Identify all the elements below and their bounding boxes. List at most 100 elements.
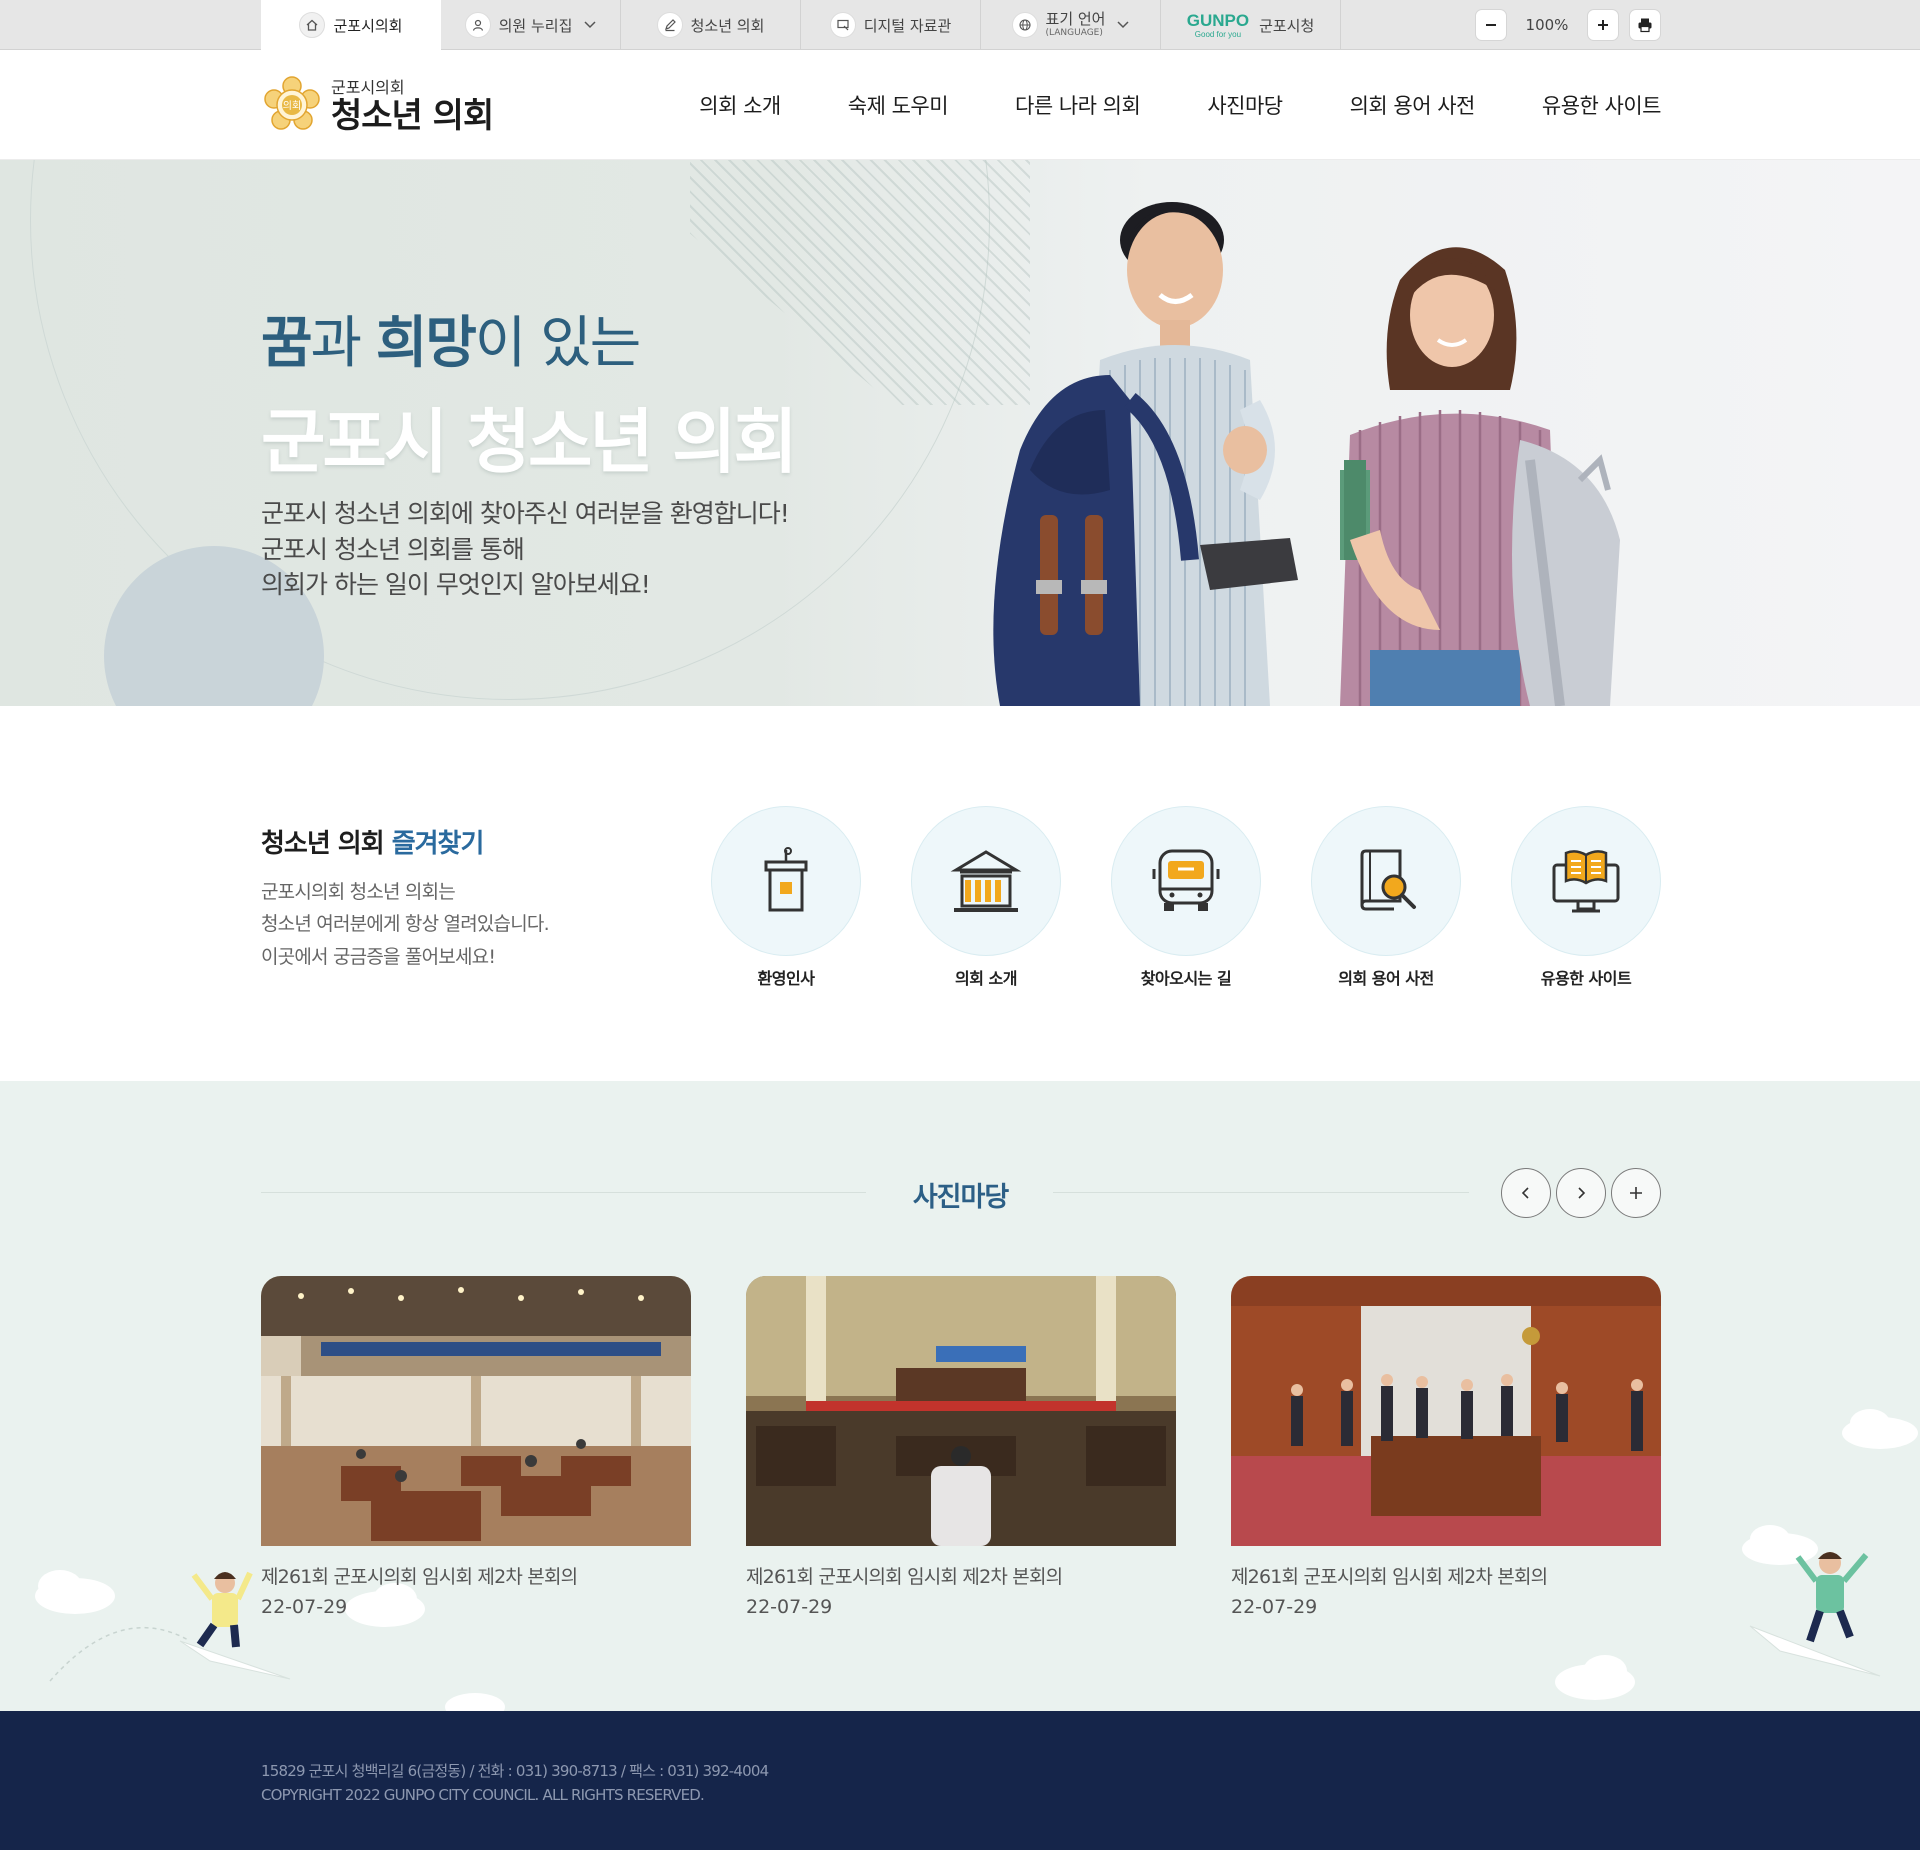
- chevron-right-icon: [1578, 1187, 1586, 1199]
- nav-item-glossary[interactable]: 의회 용어 사전: [1350, 90, 1476, 120]
- zoom-controls: 100%: [1475, 9, 1661, 41]
- quick-title-highlight: 즐겨찾기: [391, 829, 485, 859]
- quick-link-directions[interactable]: 찾아오시는 길: [1111, 806, 1261, 989]
- photo-gallery-section: 사진마당 제261회 군포시의회 임시회 제2차 본회의 22-07-29 제2…: [0, 1081, 1920, 1711]
- podium-icon: [764, 847, 808, 912]
- util-tab-language[interactable]: 표기 언어 (LANGUAGE): [981, 0, 1161, 50]
- quick-link-label: 유용한 사이트: [1540, 969, 1632, 988]
- site-footer: 15829 군포시 청백리길 6(금정동) / 전화 : 031) 390-87…: [0, 1711, 1920, 1850]
- chevron-left-icon: [1521, 1187, 1529, 1199]
- hero-desc-line: 군포시 청소년 의회에 찾아주신 여러분을 환영합니다!: [261, 499, 790, 528]
- site-logo[interactable]: 의회 군포시의회 청소년 의회: [261, 74, 494, 137]
- quick-link-glossary[interactable]: 의회 용어 사전: [1311, 806, 1461, 989]
- quick-link-circle: [1111, 806, 1261, 956]
- gallery-prev-button[interactable]: [1501, 1168, 1551, 1218]
- boy-figure: [993, 202, 1298, 706]
- quick-link-label: 의회 용어 사전: [1338, 969, 1434, 988]
- quick-links-desc: 군포시의회 청소년 의회는 청소년 여러분에게 항상 열려있습니다. 이곳에서 …: [261, 876, 550, 973]
- util-tab-label: 의원 누리집: [498, 16, 573, 35]
- language-label-sub: (LANGUAGE): [1045, 28, 1103, 38]
- language-label-main: 표기 언어: [1045, 10, 1106, 28]
- minus-icon: [1486, 24, 1496, 26]
- util-tab-youth-council[interactable]: 청소년 의회: [621, 0, 801, 50]
- util-tab-label: 군포시의회: [333, 16, 403, 35]
- hero-title: 군포시 청소년 의회: [261, 401, 798, 483]
- gallery-photo: [746, 1276, 1176, 1546]
- footer-address: 15829 군포시 청백리길 6(금정동) / 전화 : 031) 390-87…: [261, 1762, 769, 1780]
- zoom-in-button[interactable]: [1587, 9, 1619, 41]
- gallery-more-button[interactable]: [1611, 1168, 1661, 1218]
- hero-desc-line: 군포시 청소년 의회를 통해: [261, 534, 525, 564]
- nav-item-photo-gallery[interactable]: 사진마당: [1207, 90, 1283, 120]
- building-icon: [950, 850, 1022, 912]
- hero-banner: 꿈과 희망이 있는 군포시 청소년 의회 군포시 청소년 의회에 찾아주신 여러…: [0, 160, 1920, 706]
- gallery-card[interactable]: 제261회 군포시의회 임시회 제2차 본회의 22-07-29: [261, 1276, 691, 1618]
- section-divider: [261, 1192, 866, 1193]
- logo-text: 군포시의회 청소년 의회: [331, 74, 494, 137]
- gallery-title: 사진마당: [912, 1182, 1009, 1213]
- quick-link-circle: [1511, 806, 1661, 956]
- computer-book-icon: [1552, 850, 1620, 913]
- gallery-card-title: 제261회 군포시의회 임시회 제2차 본회의: [746, 1566, 1063, 1588]
- quick-desc-line: 이곳에서 궁금증을 풀어보세요!: [261, 945, 496, 968]
- bus-icon: [1152, 849, 1220, 911]
- gallery-card[interactable]: 제261회 군포시의회 임시회 제2차 본회의 22-07-29: [746, 1276, 1176, 1618]
- printer-icon: [1638, 18, 1652, 33]
- logo-subtitle: 군포시의회: [331, 78, 405, 98]
- nav-item-useful-sites[interactable]: 유용한 사이트: [1542, 90, 1662, 120]
- gallery-card[interactable]: 제261회 군포시의회 임시회 제2차 본회의 22-07-29: [1231, 1276, 1661, 1618]
- util-tab-label: 디지털 자료관: [863, 16, 952, 35]
- chevron-down-icon: [1117, 18, 1130, 32]
- quick-link-circle: [911, 806, 1061, 956]
- nav-item-homework-helper[interactable]: 숙제 도우미: [848, 90, 949, 120]
- util-tab-digital-archive[interactable]: 디지털 자료관: [801, 0, 981, 50]
- quick-links-section: 청소년 의회 즐겨찾기 군포시의회 청소년 의회는 청소년 여러분에게 항상 열…: [0, 706, 1920, 1081]
- section-divider: [1053, 1192, 1469, 1193]
- language-label: 표기 언어 (LANGUAGE): [1046, 12, 1106, 38]
- gallery-card-title: 제261회 군포시의회 임시회 제2차 본회의: [1231, 1566, 1548, 1588]
- quick-link-council-intro[interactable]: 의회 소개: [911, 806, 1061, 989]
- gallery-photo: [1231, 1276, 1661, 1546]
- quick-links-title: 청소년 의회 즐겨찾기: [261, 823, 485, 860]
- chevron-down-icon: [584, 18, 596, 32]
- zoom-out-button[interactable]: [1475, 9, 1507, 41]
- gunpo-logo-text: GUNPO: [1186, 10, 1250, 30]
- gallery-card-date: 22-07-29: [261, 1596, 348, 1618]
- gunpo-logo: GUNPO Good for you: [1187, 12, 1249, 39]
- logo-title: 청소년 의회: [331, 96, 494, 137]
- quick-link-circle: [1311, 806, 1461, 956]
- gallery-photo: [261, 1276, 691, 1546]
- quick-desc-line: 군포시의회 청소년 의회는: [261, 881, 456, 903]
- monitor-icon: [829, 12, 856, 38]
- gallery-next-button[interactable]: [1556, 1168, 1606, 1218]
- main-nav: 의회 소개 숙제 도우미 다른 나라 의회 사진마당 의회 용어 사전 유용한 …: [699, 90, 1661, 120]
- quick-link-circle: [711, 806, 861, 956]
- util-tab-label: 청소년 의회: [690, 16, 765, 35]
- emblem-text: 의회: [283, 100, 301, 112]
- user-icon: [464, 12, 491, 38]
- council-emblem-icon: 의회: [261, 74, 323, 136]
- hero-students-image: [993, 202, 1620, 706]
- quick-link-label: 찾아오시는 길: [1140, 969, 1232, 988]
- hero-kicker-rest: 이 있는: [474, 311, 641, 376]
- home-icon: [299, 12, 326, 38]
- hero-kicker-hope: 희망: [375, 311, 477, 376]
- book-search-icon: [1360, 849, 1416, 911]
- hero-kicker-and: 과: [310, 311, 376, 376]
- plus-icon: [1630, 1187, 1642, 1199]
- quick-title-prefix: 청소년 의회: [261, 829, 392, 859]
- gallery-card-title: 제261회 군포시의회 임시회 제2차 본회의: [261, 1566, 578, 1588]
- nav-item-other-countries[interactable]: 다른 나라 의회: [1015, 90, 1141, 120]
- print-button[interactable]: [1629, 9, 1661, 41]
- pencil-icon: [656, 12, 683, 38]
- globe-icon: [1011, 12, 1038, 38]
- hero-description: 군포시 청소년 의회에 찾아주신 여러분을 환영합니다! 군포시 청소년 의회를…: [261, 496, 790, 603]
- util-tab-city-hall[interactable]: GUNPO Good for you 군포시청: [1161, 0, 1341, 50]
- util-tab-council[interactable]: 군포시의회: [261, 0, 441, 50]
- quick-link-welcome[interactable]: 환영인사: [711, 806, 861, 989]
- quick-link-useful-sites[interactable]: 유용한 사이트: [1511, 806, 1661, 989]
- nav-item-council-intro[interactable]: 의회 소개: [699, 90, 781, 120]
- hero-kicker: 꿈과 희망이 있는: [261, 298, 641, 379]
- girl-figure: [1340, 247, 1620, 706]
- util-tab-member-site[interactable]: 의원 누리집: [441, 0, 621, 50]
